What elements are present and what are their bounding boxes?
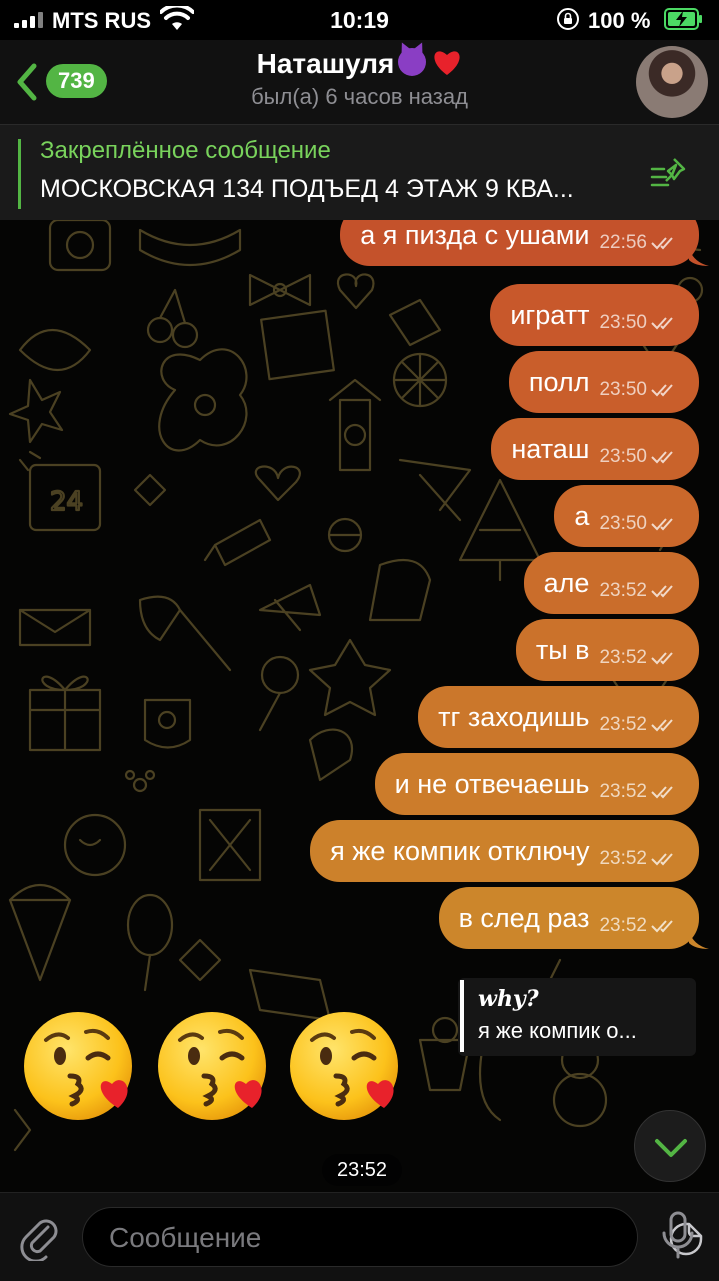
- message-meta: 23:50: [599, 379, 677, 401]
- message-text: а я пизда с ушами: [360, 220, 590, 250]
- double-check-read-icon: [651, 518, 673, 531]
- message-time: 23:50: [599, 513, 647, 534]
- message-meta: 23:52: [599, 781, 677, 803]
- message-time: 22:56: [599, 232, 647, 253]
- face-blowing-kiss-emoji-icon[interactable]: [156, 1010, 270, 1124]
- pinned-message-bar[interactable]: Закреплённое сообщение МОСКОВСКАЯ 134 ПО…: [0, 124, 719, 222]
- double-check-read-icon: [651, 719, 673, 732]
- message-time: 23:52: [599, 580, 647, 601]
- reply-text: я же компик о...: [478, 1018, 637, 1043]
- message-time: 23:52: [599, 714, 647, 735]
- reply-preview[interactable]: 𝒘𝒉𝒚? я же компик о...: [458, 978, 696, 1056]
- double-check-read-icon: [651, 853, 673, 866]
- message-text: а: [574, 500, 590, 531]
- double-check-read-icon: [651, 451, 673, 464]
- pinned-indicator-bar: [18, 139, 21, 209]
- orientation-lock-icon: [557, 8, 579, 30]
- chat-title: Наташуля: [0, 48, 719, 80]
- message-text: полл: [528, 366, 590, 397]
- message-meta: 23:52: [599, 714, 677, 736]
- outgoing-message[interactable]: полл 23:50: [508, 351, 699, 413]
- pinned-list-icon[interactable]: [650, 155, 690, 191]
- reply-indicator-bar: [460, 980, 464, 1052]
- message-text: тг заходишь: [438, 701, 590, 732]
- svg-text:24: 24: [50, 487, 83, 517]
- message-meta: 23:52: [599, 915, 677, 937]
- message-input-bar: [0, 1192, 719, 1281]
- double-check-read-icon: [651, 786, 673, 799]
- outgoing-message[interactable]: а 23:50: [554, 485, 699, 547]
- double-check-read-icon: [651, 237, 673, 250]
- message-text: я же компик отключу: [330, 835, 590, 866]
- battery-charging-icon: [664, 8, 702, 30]
- message-time: 23:52: [599, 915, 647, 936]
- sticker-time: 23:52: [322, 1154, 402, 1186]
- scroll-to-bottom-button[interactable]: [634, 1110, 706, 1182]
- red-heart-emoji-icon: [434, 51, 460, 75]
- message-time: 23:52: [599, 647, 647, 668]
- double-check-read-icon: [651, 384, 673, 397]
- message-time: 23:50: [599, 312, 647, 333]
- outgoing-message[interactable]: наташ 23:50: [491, 418, 699, 480]
- outgoing-message[interactable]: игратт 23:50: [490, 284, 699, 346]
- outgoing-message[interactable]: ты в 23:52: [515, 619, 699, 681]
- message-text: наташ: [511, 433, 590, 464]
- message-time: 23:50: [599, 446, 647, 467]
- pinned-text: МОСКОВСКАЯ 134 ПОДЪЕД 4 ЭТАЖ 9 КВА...: [40, 175, 574, 203]
- message-list[interactable]: 24 а я пизда с ушами 22:56 игратт 23:50 …: [0, 220, 719, 1192]
- chevron-down-icon: [655, 1139, 687, 1157]
- bubble-tail: [689, 248, 709, 266]
- chat-title-text: Наташуля: [256, 48, 395, 79]
- face-blowing-kiss-emoji-icon[interactable]: [288, 1010, 402, 1124]
- message-field: [82, 1207, 703, 1268]
- smiling-devil-emoji-icon: [398, 48, 427, 76]
- outgoing-message[interactable]: тг заходишь 23:52: [418, 686, 699, 748]
- message-meta: 23:50: [599, 312, 677, 334]
- message-meta: 23:50: [599, 446, 677, 468]
- chat-header: 739 Наташуля был(а) 6 часов назад: [0, 40, 719, 124]
- outgoing-message[interactable]: и не отвечаешь 23:52: [374, 753, 699, 815]
- message-text: ты в: [535, 634, 590, 665]
- double-check-read-icon: [651, 585, 673, 598]
- chat-title-block[interactable]: Наташуля был(а) 6 часов назад: [0, 48, 719, 110]
- message-text: в след раз: [458, 902, 590, 933]
- reply-sender-name: 𝒘𝒉𝒚?: [478, 986, 539, 1012]
- last-seen-status: был(а) 6 часов назад: [251, 84, 468, 109]
- message-text: але: [543, 567, 590, 598]
- message-input[interactable]: [107, 1208, 581, 1268]
- microphone-icon[interactable]: [660, 1209, 696, 1263]
- message-time: 23:50: [599, 379, 647, 400]
- outgoing-message[interactable]: а я пизда с ушами 22:56: [340, 220, 709, 266]
- battery-percentage: 100 %: [588, 8, 651, 33]
- contact-avatar[interactable]: [636, 46, 708, 118]
- double-check-read-icon: [651, 317, 673, 330]
- outgoing-message[interactable]: я же компик отключу 23:52: [310, 820, 699, 882]
- outgoing-message[interactable]: але 23:52: [523, 552, 699, 614]
- face-blowing-kiss-emoji-icon[interactable]: [22, 1010, 136, 1124]
- double-check-read-icon: [651, 920, 673, 933]
- outgoing-message[interactable]: в след раз 23:52: [438, 887, 709, 949]
- paperclip-icon[interactable]: [18, 1213, 62, 1261]
- message-meta: 23:50: [599, 513, 677, 535]
- bubble-tail: [689, 931, 709, 949]
- message-meta: 23:52: [599, 647, 677, 669]
- message-meta: 23:52: [599, 848, 677, 870]
- message-meta: 22:56: [599, 232, 677, 254]
- message-time: 23:52: [599, 781, 647, 802]
- double-check-read-icon: [651, 652, 673, 665]
- message-text: и не отвечаешь: [394, 768, 590, 799]
- pinned-title: Закреплённое сообщение: [40, 137, 331, 164]
- status-bar: MTS RUS 10:19 100 %: [0, 0, 719, 40]
- message-text: игратт: [510, 299, 590, 330]
- message-time: 23:52: [599, 848, 647, 869]
- message-meta: 23:52: [599, 580, 677, 602]
